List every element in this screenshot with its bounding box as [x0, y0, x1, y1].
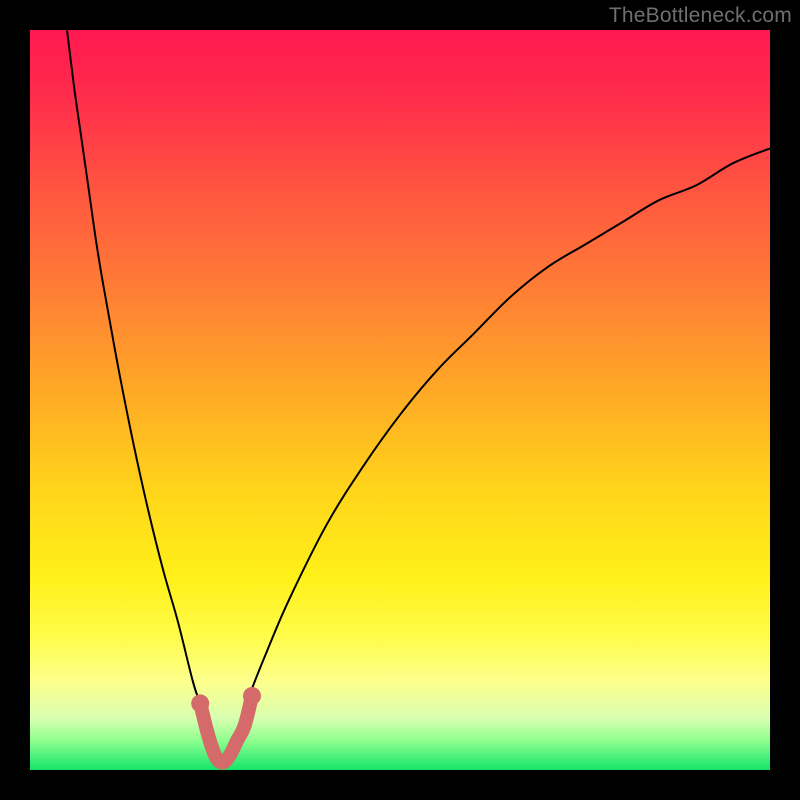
curve-left-branch	[67, 30, 222, 763]
chart-frame: TheBottleneck.com	[0, 0, 800, 800]
curve-layer	[30, 30, 770, 770]
highlight-dot	[191, 694, 209, 712]
watermark-text: TheBottleneck.com	[609, 4, 792, 28]
curve-right-branch	[222, 148, 770, 762]
plot-area	[30, 30, 770, 770]
highlight-dot	[243, 687, 261, 705]
